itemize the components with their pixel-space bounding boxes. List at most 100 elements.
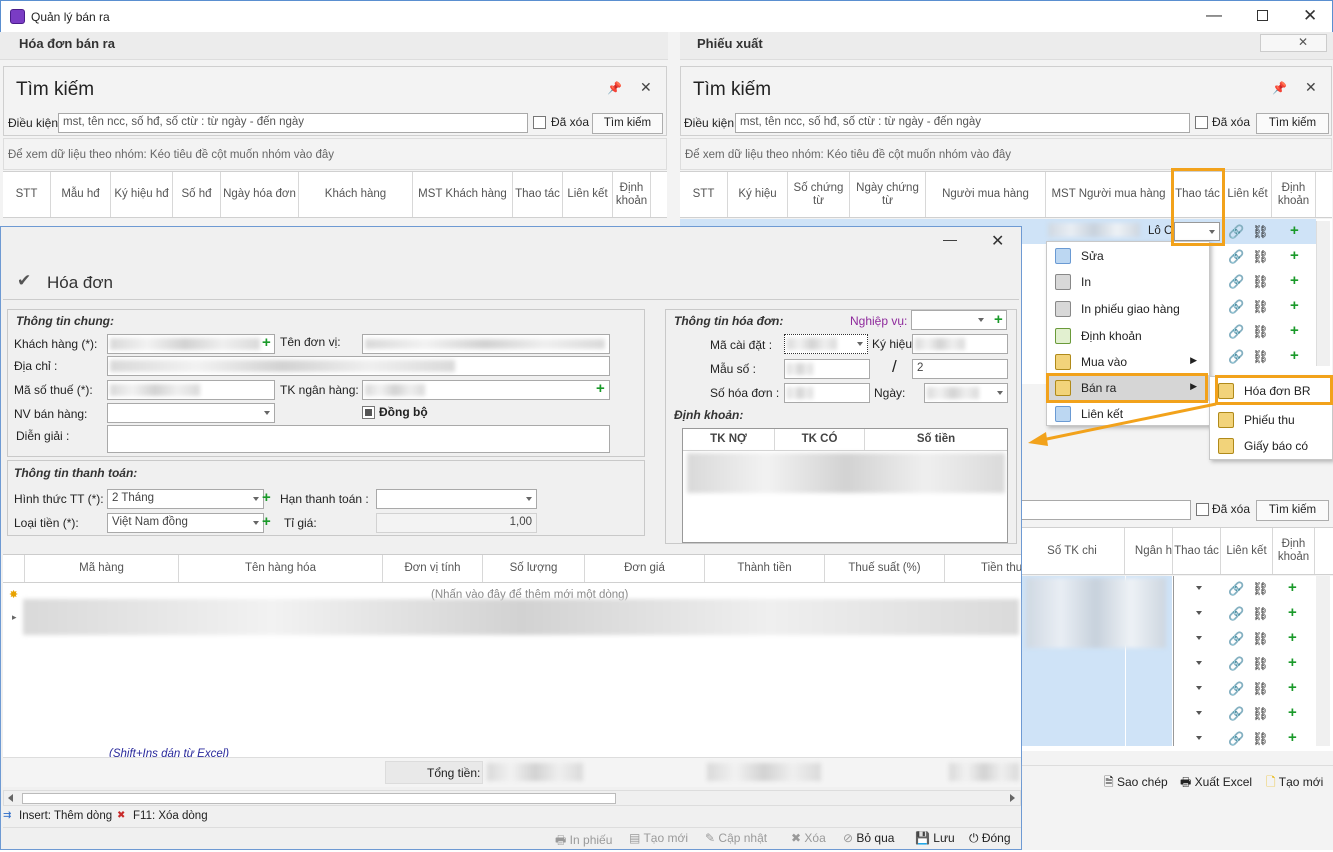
col-form[interactable]: Mẫu hđ bbox=[51, 172, 111, 217]
unlink-icon[interactable]: ⛓ bbox=[1252, 225, 1269, 238]
description-textarea[interactable] bbox=[107, 425, 610, 453]
unlink-icon[interactable]: ⛓ bbox=[1252, 250, 1269, 263]
link-icon[interactable]: 🔗 bbox=[1228, 682, 1244, 695]
search-input[interactable]: mst, tên ncc, số hđ, số ctừ : từ ngày - … bbox=[735, 113, 1190, 133]
unlink-icon[interactable]: ⛓ bbox=[1252, 682, 1269, 695]
col-symbol[interactable]: Ký hiệu hđ bbox=[111, 172, 173, 217]
col-bank[interactable]: Ngân h bbox=[1125, 528, 1173, 574]
business-select[interactable] bbox=[911, 310, 1007, 330]
link-icon[interactable]: 🔗 bbox=[1228, 300, 1244, 313]
col-account-out[interactable]: Số TK chi bbox=[1020, 528, 1125, 574]
search-button[interactable]: Tìm kiếm bbox=[592, 113, 663, 134]
col-amount[interactable]: Thành tiền bbox=[705, 555, 825, 582]
close-icon[interactable]: ✕ bbox=[640, 79, 652, 96]
unlink-icon[interactable]: ⛓ bbox=[1252, 582, 1269, 595]
invoice-no-input[interactable] bbox=[784, 383, 870, 403]
new-button[interactable]: ▤ Tạo mới bbox=[629, 831, 688, 845]
col-link[interactable]: Liên kết bbox=[563, 172, 613, 217]
link-icon[interactable]: 🔗 bbox=[1228, 707, 1244, 720]
symbol-input[interactable] bbox=[912, 334, 1008, 354]
col-action[interactable]: Thao tác bbox=[513, 172, 563, 217]
col-stt[interactable]: STT bbox=[680, 172, 728, 217]
sync-checkbox[interactable] bbox=[362, 406, 375, 419]
bank-account-input[interactable] bbox=[362, 380, 610, 400]
col-link[interactable]: Liên kết bbox=[1224, 172, 1272, 217]
update-button[interactable]: ✎ Cập nhật bbox=[705, 831, 767, 845]
add-accounting-icon[interactable]: + bbox=[1288, 605, 1297, 620]
unlink-icon[interactable]: ⛓ bbox=[1252, 657, 1269, 670]
menu-item-accounting[interactable]: Định khoản bbox=[1047, 323, 1209, 349]
vertical-scrollbar[interactable] bbox=[1316, 576, 1330, 746]
col-date[interactable]: Ngày hóa đơn bbox=[221, 172, 299, 217]
minimize-icon[interactable]: — bbox=[1206, 7, 1222, 25]
col-buyer-tax[interactable]: MST Người mua hàng bbox=[1046, 172, 1172, 217]
link-icon[interactable]: 🔗 bbox=[1228, 732, 1244, 745]
add-accounting-icon[interactable]: + bbox=[1290, 273, 1299, 288]
link-icon[interactable]: 🔗 bbox=[1228, 657, 1244, 670]
print-button[interactable]: 🖶 In phiếu bbox=[555, 831, 612, 852]
add-accounting-icon[interactable]: + bbox=[1288, 730, 1297, 745]
payment-method-select[interactable]: 2 Tháng bbox=[107, 489, 264, 509]
horizontal-scrollbar[interactable] bbox=[3, 790, 1021, 806]
unit-name-input[interactable] bbox=[362, 334, 610, 354]
link-icon[interactable]: 🔗 bbox=[1228, 632, 1244, 645]
search-button[interactable]: Tìm kiếm bbox=[1256, 113, 1329, 134]
add-accounting-icon[interactable]: + bbox=[1288, 630, 1297, 645]
save-button[interactable]: 💾 Lưu bbox=[915, 831, 955, 845]
col-amount[interactable]: Số tiền bbox=[865, 429, 1007, 450]
add-accounting-icon[interactable]: + bbox=[1288, 655, 1297, 670]
copy-button[interactable]: 🗎 Sao chép bbox=[1104, 773, 1168, 794]
pin-icon[interactable]: 📌 bbox=[607, 81, 622, 95]
add-business-icon[interactable]: + bbox=[994, 312, 1003, 327]
unlink-icon[interactable]: ⛓ bbox=[1252, 325, 1269, 338]
add-bank-account-icon[interactable]: + bbox=[596, 381, 605, 396]
menu-item-print-delivery[interactable]: In phiếu giao hàng bbox=[1047, 296, 1209, 322]
menu-item-purchase[interactable]: Mua vào ▶ bbox=[1047, 349, 1209, 375]
unlink-icon[interactable]: ⛓ bbox=[1252, 350, 1269, 363]
add-accounting-icon[interactable]: + bbox=[1288, 580, 1297, 595]
add-accounting-icon[interactable]: + bbox=[1290, 323, 1299, 338]
date-picker[interactable] bbox=[924, 383, 1008, 403]
col-quantity[interactable]: Số lượng bbox=[483, 555, 585, 582]
unlink-icon[interactable]: ⛓ bbox=[1252, 707, 1269, 720]
unlink-icon[interactable]: ⛓ bbox=[1252, 607, 1269, 620]
maximize-icon[interactable] bbox=[1257, 10, 1268, 21]
new-button[interactable]: 🗋 Tạo mới bbox=[1266, 773, 1323, 794]
delete-button[interactable]: ✖ Xóa bbox=[791, 831, 826, 845]
add-accounting-icon[interactable]: + bbox=[1290, 223, 1299, 238]
tax-code-input[interactable] bbox=[107, 380, 275, 400]
add-currency-icon[interactable]: + bbox=[262, 514, 271, 529]
salesperson-select[interactable] bbox=[107, 403, 275, 423]
due-select[interactable] bbox=[376, 489, 537, 509]
col-buyer[interactable]: Người mua hàng bbox=[926, 172, 1046, 217]
scroll-right-icon[interactable] bbox=[1010, 794, 1015, 802]
deleted-checkbox[interactable] bbox=[1196, 503, 1209, 516]
address-input[interactable] bbox=[107, 356, 610, 376]
col-tax-amount[interactable]: Tiền thu bbox=[945, 555, 1021, 582]
scroll-thumb[interactable] bbox=[22, 793, 616, 804]
col-customer[interactable]: Khách hàng bbox=[299, 172, 413, 217]
col-tax-rate[interactable]: Thuế suất (%) bbox=[825, 555, 945, 582]
deleted-checkbox[interactable] bbox=[1195, 116, 1208, 129]
add-accounting-icon[interactable]: + bbox=[1290, 248, 1299, 263]
export-excel-button[interactable]: 🖶 Xuất Excel bbox=[1180, 773, 1252, 794]
search-input[interactable] bbox=[1020, 500, 1191, 520]
unlink-icon[interactable]: ⛓ bbox=[1252, 732, 1269, 745]
rate-input[interactable]: 1,00 bbox=[376, 513, 537, 533]
col-symbol[interactable]: Ký hiệu bbox=[728, 172, 788, 217]
add-accounting-icon[interactable]: + bbox=[1290, 348, 1299, 363]
col-number[interactable]: Số hđ bbox=[173, 172, 221, 217]
col-tax-code[interactable]: MST Khách hàng bbox=[413, 172, 513, 217]
close-button[interactable]: ⏻ Đóng bbox=[969, 831, 1011, 846]
add-customer-icon[interactable]: + bbox=[262, 335, 271, 350]
close-icon[interactable]: ✕ bbox=[1305, 79, 1317, 96]
vertical-scrollbar[interactable] bbox=[1316, 221, 1330, 366]
dialog-close-icon[interactable]: ✕ bbox=[991, 231, 1004, 251]
currency-select[interactable]: Việt Nam đồng bbox=[107, 513, 264, 533]
close-icon[interactable]: ✕ bbox=[1303, 6, 1317, 26]
search-button[interactable]: Tìm kiếm bbox=[1256, 500, 1329, 521]
col-credit[interactable]: TK CÓ bbox=[775, 429, 865, 450]
add-accounting-icon[interactable]: + bbox=[1288, 680, 1297, 695]
unlink-icon[interactable]: ⛓ bbox=[1252, 300, 1269, 313]
link-icon[interactable]: 🔗 bbox=[1228, 325, 1244, 338]
